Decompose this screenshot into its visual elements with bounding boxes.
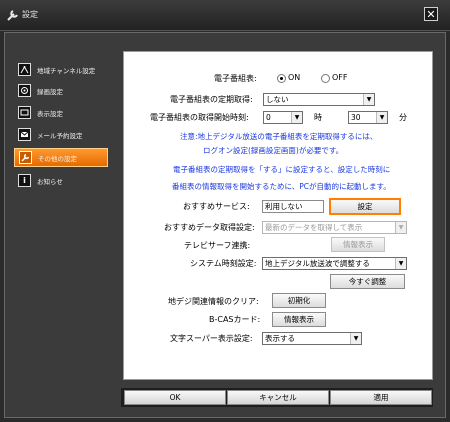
chevron-down-icon: ▼ — [395, 258, 406, 269]
sidebar-item-label: その他の設定 — [38, 154, 77, 163]
recommend-label: おすすめサービス: — [183, 202, 250, 211]
tv-surfer-label: テレビサーフ連携: — [184, 241, 251, 250]
bcas-info-button[interactable]: 情報表示 — [272, 312, 326, 327]
recommend-data-value: 最新のデータを取得して表示 — [265, 223, 363, 232]
initialize-button[interactable]: 初期化 — [272, 293, 326, 308]
sidebar-item-regional-channel[interactable]: 地域チャンネル設定 — [14, 60, 108, 79]
periodic-value: しない — [266, 95, 289, 104]
start-hour-select[interactable]: 0 ▼ — [263, 111, 303, 124]
info-icon: i — [18, 174, 31, 187]
start-minute-value: 30 — [351, 113, 361, 122]
note-line-4: 番組表の情報取得を開始するために、PCが自動的に起動します。 — [172, 182, 391, 191]
start-hour-value: 0 — [266, 113, 271, 122]
recommend-data-label: おすすめデータ取得設定: — [164, 223, 255, 232]
sidebar-item-display[interactable]: 表示設定 — [14, 103, 108, 122]
chevron-down-icon: ▼ — [291, 112, 302, 123]
epg-off-radio[interactable] — [321, 74, 330, 83]
hour-unit: 時 — [314, 113, 322, 122]
ok-button[interactable]: OK — [124, 390, 226, 405]
clock-value: 地上デジタル放送波で調整する — [265, 259, 370, 268]
teletext-label: 文字スーパー表示設定: — [170, 334, 253, 343]
sidebar-item-mail-reservation[interactable]: メール予約設定 — [14, 125, 108, 144]
sidebar-item-label: 録画設定 — [37, 87, 63, 96]
wrench-icon — [6, 8, 20, 22]
epg-on-label: ON — [288, 73, 301, 82]
teletext-value: 表示する — [265, 334, 295, 343]
periodic-label: 電子番組表の定期取得: — [170, 95, 253, 104]
minute-unit: 分 — [399, 113, 407, 122]
close-button[interactable]: ✕ — [424, 7, 438, 21]
chevron-down-icon: ▼ — [363, 94, 374, 105]
display-icon — [18, 106, 31, 119]
settings-window: 設定 ✕ 地域チャンネル設定 録画設定 表示設定 メール予約設定 その他の設定 … — [0, 0, 450, 422]
teletext-select[interactable]: 表示する ▼ — [262, 332, 362, 345]
chevron-down-icon: ▼ — [395, 222, 406, 233]
recommend-settings-button[interactable]: 設定 — [329, 198, 401, 215]
sidebar-item-label: 地域チャンネル設定 — [37, 66, 96, 75]
clock-label: システム時刻設定: — [190, 259, 257, 268]
window-title: 設定 — [22, 10, 38, 19]
epg-off-label: OFF — [332, 73, 348, 82]
note-line-2: ログオン設定(録画設定画面)が必要です。 — [203, 146, 344, 155]
epg-label: 電子番組表: — [214, 74, 257, 83]
clock-select[interactable]: 地上デジタル放送波で調整する ▼ — [262, 257, 407, 270]
sidebar-item-label: メール予約設定 — [37, 131, 83, 140]
sidebar-item-label: 表示設定 — [37, 109, 63, 118]
record-icon — [18, 84, 31, 97]
recommend-value: 利用しない — [262, 200, 324, 213]
cancel-button[interactable]: キャンセル — [227, 390, 329, 405]
note-line-3: 電子番組表の定期取得を「する」に設定すると、設定した時刻に — [173, 165, 391, 174]
periodic-select[interactable]: しない ▼ — [263, 93, 375, 106]
epg-on-radio[interactable] — [277, 74, 286, 83]
sidebar-item-other-settings[interactable]: その他の設定 — [14, 148, 108, 167]
start-minute-select[interactable]: 30 ▼ — [348, 111, 388, 124]
apply-button[interactable]: 適用 — [330, 390, 432, 405]
note-line-1: 注意:地上デジタル放送の電子番組表を定期取得するには、 — [180, 132, 378, 141]
sidebar-item-notices[interactable]: i お知らせ — [14, 171, 108, 190]
title-bar: 設定 ✕ — [0, 0, 450, 31]
tv-surfer-info-button[interactable]: 情報表示 — [331, 237, 385, 252]
adjust-now-button[interactable]: 今すぐ調整 — [330, 274, 405, 289]
wrench-icon — [19, 151, 32, 164]
clear-label: 地デジ関連情報のクリア: — [168, 297, 259, 306]
recommend-data-select[interactable]: 最新のデータを取得して表示 ▼ — [262, 221, 407, 234]
bcas-label: B-CASカード: — [209, 315, 261, 324]
mail-icon — [18, 128, 31, 141]
start-time-label: 電子番組表の取得開始時刻: — [150, 113, 249, 122]
sidebar-item-label: お知らせ — [37, 177, 63, 186]
tv-antenna-icon — [18, 63, 31, 76]
chevron-down-icon: ▼ — [376, 112, 387, 123]
sidebar-item-recording[interactable]: 録画設定 — [14, 81, 108, 100]
chevron-down-icon: ▼ — [350, 333, 361, 344]
